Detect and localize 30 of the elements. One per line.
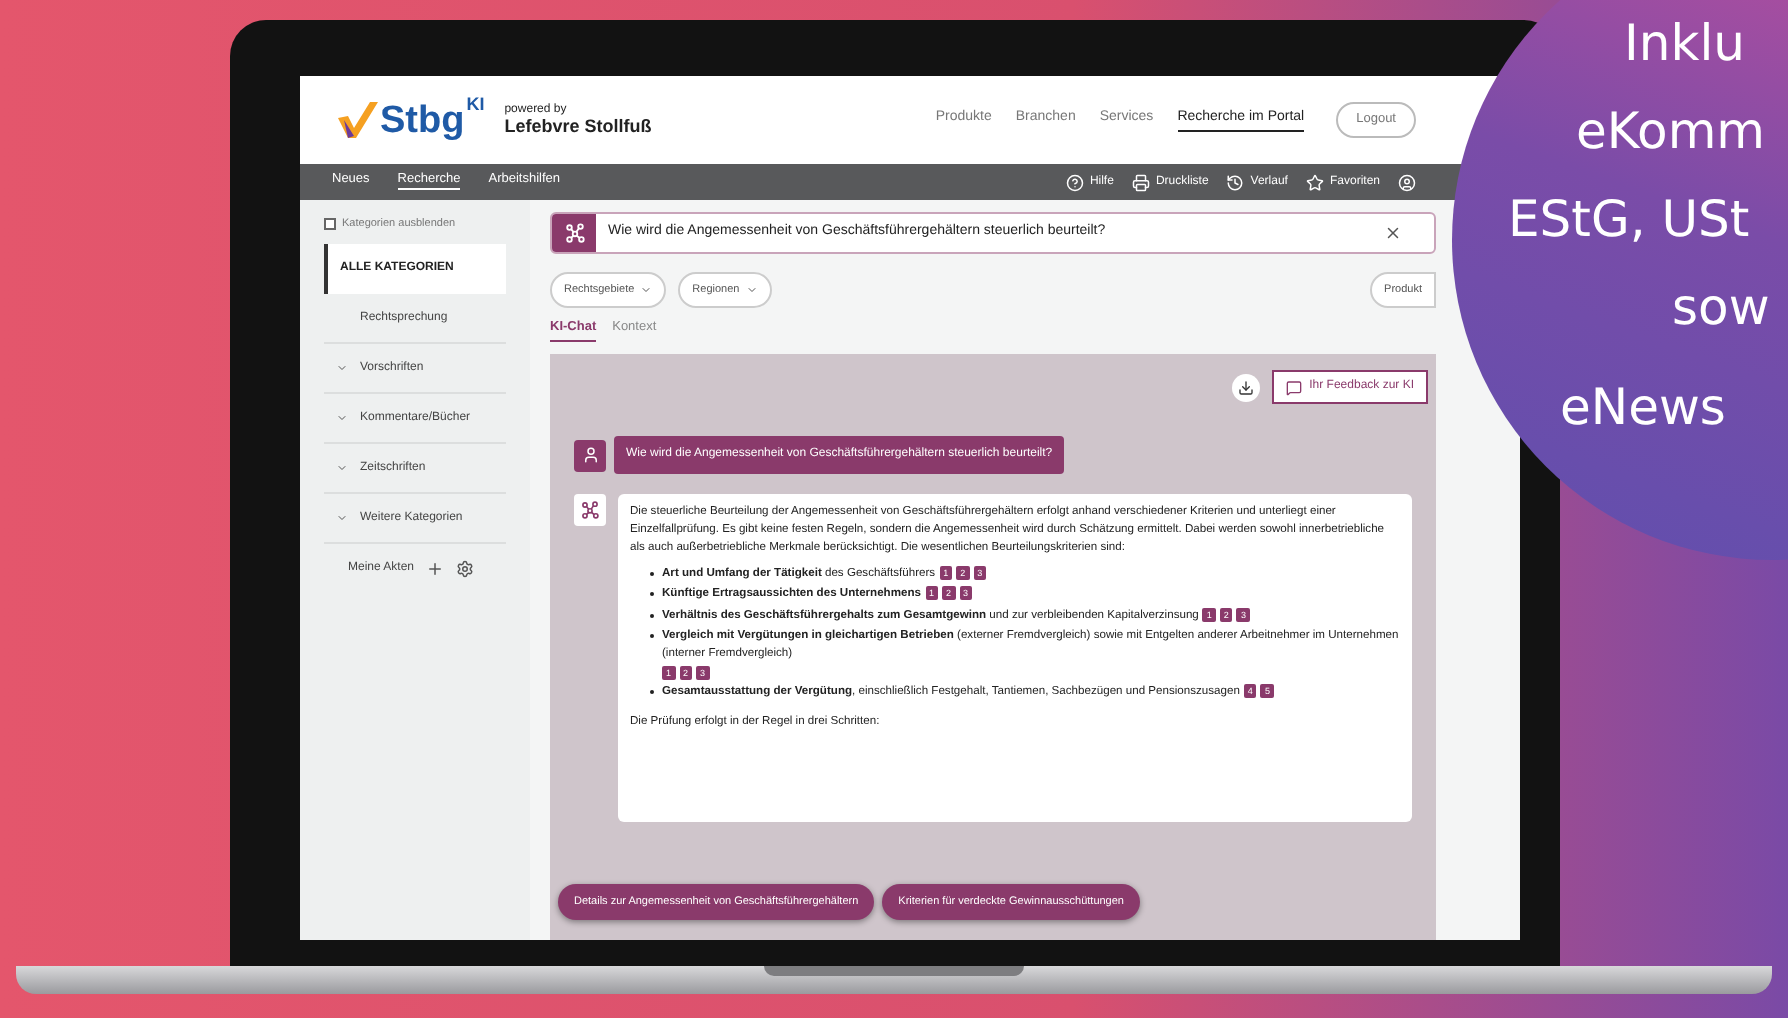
user-icon[interactable]	[1398, 173, 1416, 191]
chevron-down-icon	[336, 412, 348, 425]
logo-superscript: KI	[466, 96, 485, 114]
promo-text: eKomm	[1576, 100, 1766, 164]
close-icon[interactable]	[1384, 224, 1402, 242]
promo-text: sow	[1672, 276, 1770, 340]
help-icon[interactable]	[1065, 173, 1084, 191]
checkbox[interactable]	[324, 218, 336, 231]
publisher-name: Lefebvre Stollfuß	[504, 118, 652, 136]
nodes-icon	[563, 222, 585, 244]
checkmark-logo-icon	[336, 100, 380, 140]
download-button[interactable]	[1231, 373, 1260, 401]
chevron-down-icon	[336, 512, 348, 525]
chevron-down-icon	[336, 462, 348, 475]
nodes-icon	[580, 500, 600, 520]
promo-text: EStG, USt	[1508, 188, 1750, 252]
promo-text: eNews	[1560, 376, 1726, 440]
download-icon	[1237, 379, 1254, 395]
user-icon	[581, 446, 599, 464]
chevron-down-icon	[745, 284, 758, 297]
history-icon[interactable]	[1226, 173, 1245, 191]
settings-icon[interactable]	[456, 560, 475, 579]
printer-icon[interactable]	[1131, 173, 1150, 191]
message-icon	[1285, 379, 1302, 395]
chevron-down-icon	[336, 362, 348, 375]
plus-icon[interactable]	[426, 560, 445, 579]
star-icon[interactable]	[1305, 173, 1324, 191]
chevron-down-icon	[640, 284, 653, 297]
logo-text: Stbg	[380, 101, 465, 139]
promo-text: Inklu	[1624, 12, 1745, 76]
